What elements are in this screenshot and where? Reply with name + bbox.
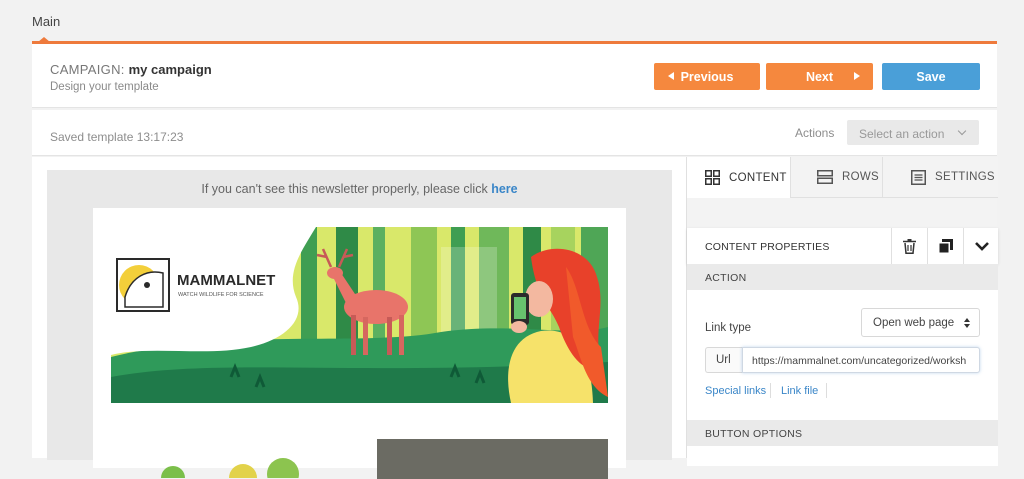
action-section-label: ACTION	[687, 264, 998, 290]
trash-icon	[903, 238, 916, 254]
status-bar: Saved template 13:17:23 Actions Select a…	[32, 110, 997, 156]
panel-tabs: CONTENT ROWS SETTINGS	[687, 157, 998, 198]
campaign-subtitle: Design your template	[50, 81, 159, 93]
content-properties-header: CONTENT PROPERTIES	[687, 228, 998, 264]
email-canvas: If you can't see this newsletter properl…	[32, 157, 686, 479]
button-options-section	[687, 446, 998, 466]
action-select-value: Select an action	[859, 127, 945, 141]
divider	[826, 383, 827, 398]
action-select[interactable]: Select an action	[847, 120, 979, 145]
email-body[interactable]: MAMMALNET WATCH WILDLIFE FOR SCIENCE	[93, 208, 626, 479]
grid-icon	[705, 170, 720, 185]
saved-status: Saved template 13:17:23	[50, 130, 184, 144]
delete-button[interactable]	[891, 228, 927, 264]
collapse-button[interactable]	[963, 228, 999, 264]
chevron-down-icon	[974, 241, 989, 251]
chevron-down-icon	[957, 126, 967, 136]
url-label: Url	[705, 347, 742, 373]
tab-rows-label: ROWS	[842, 171, 879, 183]
previous-button[interactable]: Previous	[654, 63, 760, 90]
actions-label: Actions	[795, 126, 835, 140]
previous-label: Previous	[680, 69, 734, 84]
tab-main[interactable]: Main	[32, 14, 60, 29]
next-button[interactable]: Next	[766, 63, 873, 90]
save-button[interactable]: Save	[882, 63, 980, 90]
action-section: Link type Open web page Url https://mamm…	[687, 290, 998, 420]
content-properties-title: CONTENT PROPERTIES	[705, 241, 830, 253]
duplicate-button[interactable]	[927, 228, 963, 264]
top-tab-bar: Main	[0, 0, 1024, 44]
tab-indicator	[38, 37, 50, 42]
header-banner-image[interactable]: MAMMALNET WATCH WILDLIFE FOR SCIENCE	[111, 227, 608, 403]
link-file-link[interactable]: Link file	[781, 385, 818, 397]
campaign-name: my campaign	[128, 62, 212, 77]
tab-content[interactable]: CONTENT	[687, 157, 791, 198]
url-input[interactable]: https://mammalnet.com/uncategorized/work…	[742, 347, 980, 373]
campaign-title: CAMPAIGN: my campaign	[50, 62, 212, 77]
brand-name: MAMMALNET	[177, 272, 275, 289]
properties-panel: CONTENT ROWS SETTINGS CONTENT PROPERTIES	[686, 157, 998, 466]
arrow-right-icon	[854, 72, 860, 80]
special-links-link[interactable]: Special links	[705, 385, 766, 397]
tab-rows[interactable]: ROWS	[791, 157, 883, 198]
caret-up-icon	[964, 318, 970, 322]
email-background: If you can't see this newsletter properl…	[47, 170, 672, 479]
duplicate-icon	[938, 238, 953, 254]
link-type-value: Open web page	[873, 317, 955, 329]
campaign-prefix: CAMPAIGN:	[50, 62, 125, 77]
divider	[770, 383, 771, 398]
settings-list-icon	[911, 169, 926, 185]
view-online-note: If you can't see this newsletter properl…	[47, 182, 672, 196]
caret-down-icon	[964, 324, 970, 328]
photo-image[interactable]	[377, 439, 608, 479]
tab-settings[interactable]: SETTINGS	[883, 157, 998, 198]
save-label: Save	[916, 69, 946, 84]
link-type-label: Link type	[705, 322, 752, 334]
brand-tagline: WATCH WILDLIFE FOR SCIENCE	[178, 292, 264, 298]
view-online-link[interactable]: here	[491, 182, 517, 196]
campaign-header: CAMPAIGN: my campaign Design your templa…	[32, 44, 997, 108]
tab-settings-label: SETTINGS	[935, 171, 995, 183]
button-options-label: BUTTON OPTIONS	[687, 420, 998, 446]
arrow-left-icon	[668, 72, 674, 80]
rows-icon	[817, 170, 833, 184]
tab-content-label: CONTENT	[729, 171, 787, 184]
view-note-text: If you can't see this newsletter properl…	[201, 182, 488, 196]
next-label: Next	[805, 69, 834, 84]
link-type-select[interactable]: Open web page	[861, 308, 980, 337]
tree-illustration	[161, 458, 299, 478]
